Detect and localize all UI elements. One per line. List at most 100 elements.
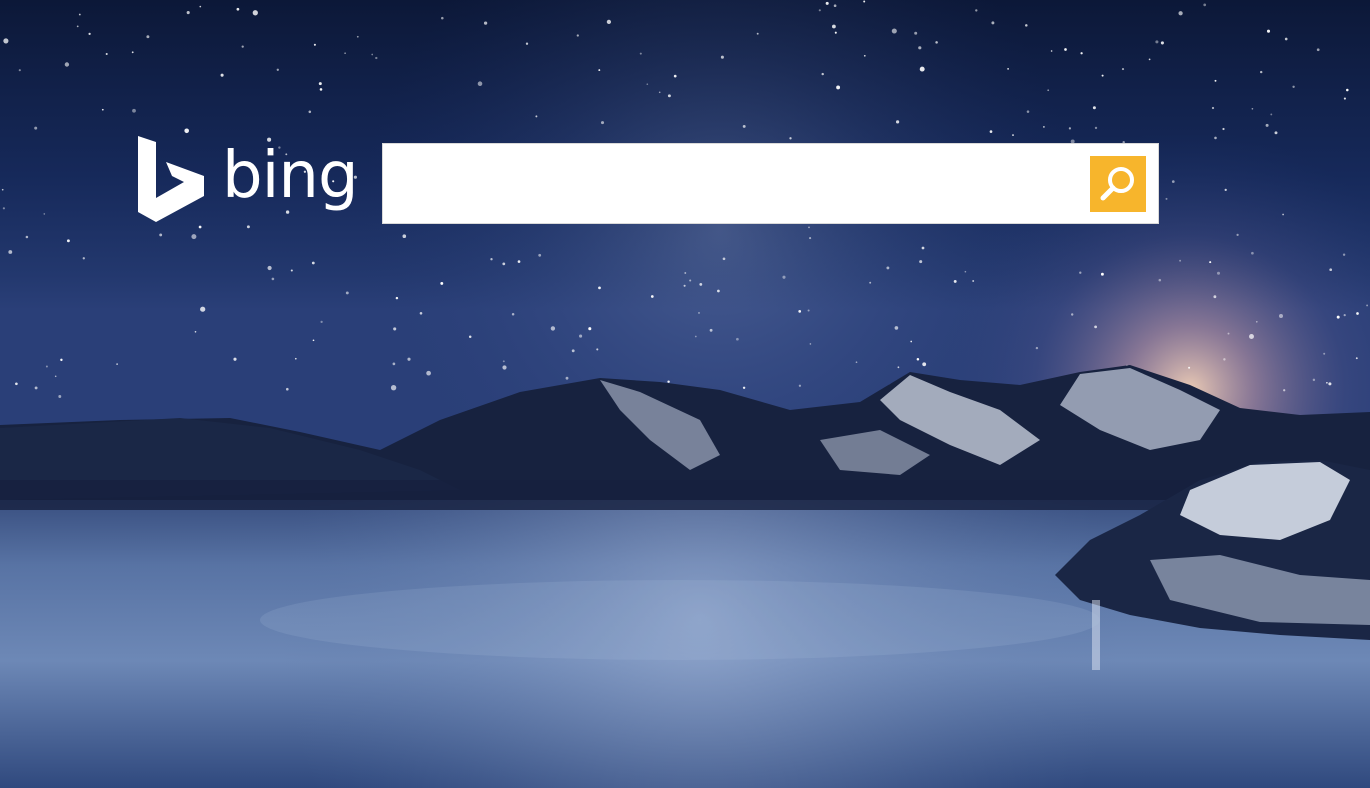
star: [1236, 233, 1239, 237]
star: [658, 91, 661, 94]
star: [921, 246, 925, 250]
star: [600, 121, 605, 125]
star: [894, 326, 899, 330]
star: [1050, 50, 1053, 52]
star: [1171, 180, 1175, 183]
star: [407, 357, 411, 361]
star: [191, 234, 197, 240]
star: [571, 349, 575, 353]
star: [809, 237, 812, 240]
search-button[interactable]: [1090, 156, 1146, 212]
star: [426, 370, 431, 376]
star: [15, 382, 18, 386]
star: [650, 295, 654, 298]
star: [294, 357, 297, 360]
star: [511, 312, 515, 316]
star: [1064, 48, 1067, 51]
star: [311, 261, 315, 265]
star: [1158, 278, 1162, 282]
star: [101, 108, 104, 111]
star: [220, 73, 224, 77]
search-input[interactable]: [391, 154, 1085, 216]
star: [64, 62, 70, 67]
star: [683, 284, 686, 287]
star: [34, 126, 38, 130]
star: [1312, 378, 1316, 382]
star: [88, 32, 91, 36]
star: [2, 207, 5, 210]
star: [798, 384, 802, 387]
star: [667, 94, 671, 98]
star: [863, 0, 866, 3]
star: [419, 312, 423, 315]
star: [1355, 357, 1358, 360]
star: [742, 124, 746, 128]
star: [66, 239, 70, 243]
star: [1329, 268, 1333, 272]
star: [916, 358, 920, 361]
star: [935, 41, 938, 44]
search-icon: [1100, 167, 1134, 201]
star: [1323, 352, 1326, 355]
star: [606, 19, 612, 25]
star: [344, 52, 346, 54]
star: [233, 357, 237, 361]
star: [1068, 127, 1072, 130]
star: [1251, 107, 1254, 110]
star: [25, 235, 29, 239]
star: [782, 275, 786, 279]
star: [1043, 126, 1045, 128]
star: [236, 7, 240, 11]
star: [832, 24, 836, 29]
star: [1092, 106, 1096, 110]
star: [1165, 197, 1168, 200]
star: [897, 366, 900, 369]
star: [468, 335, 472, 339]
star: [818, 9, 821, 12]
star: [45, 365, 48, 368]
star: [789, 137, 792, 140]
star: [673, 74, 677, 78]
star: [1336, 315, 1340, 319]
bing-logo-icon: [138, 136, 204, 222]
star: [1035, 346, 1039, 350]
star: [825, 1, 829, 5]
star: [833, 4, 837, 8]
star: [989, 130, 993, 133]
star: [918, 46, 922, 50]
star: [1282, 213, 1284, 216]
star: [910, 340, 913, 343]
star: [1326, 381, 1328, 384]
star: [290, 269, 293, 272]
star: [684, 272, 687, 274]
bing-logo[interactable]: bing: [136, 134, 366, 224]
star: [1223, 358, 1226, 361]
star: [1270, 113, 1273, 116]
star: [34, 386, 38, 390]
star: [186, 11, 190, 15]
star: [1251, 251, 1254, 255]
star: [371, 53, 374, 56]
star: [598, 286, 601, 290]
background-image: [0, 0, 1370, 788]
star: [836, 85, 841, 90]
star: [964, 270, 967, 273]
star: [1209, 261, 1212, 264]
star: [267, 265, 272, 271]
star: [709, 328, 713, 332]
homepage: bing: [0, 0, 1370, 788]
search-box: [382, 143, 1159, 224]
star: [855, 361, 858, 364]
star: [1224, 188, 1227, 192]
star: [689, 279, 692, 282]
star: [896, 120, 900, 124]
star: [646, 83, 649, 85]
star: [869, 281, 872, 284]
star: [356, 35, 359, 38]
star: [395, 296, 399, 300]
star: [1356, 312, 1359, 315]
star: [1283, 389, 1286, 392]
star: [699, 282, 703, 286]
star: [43, 213, 46, 215]
star: [807, 309, 810, 312]
